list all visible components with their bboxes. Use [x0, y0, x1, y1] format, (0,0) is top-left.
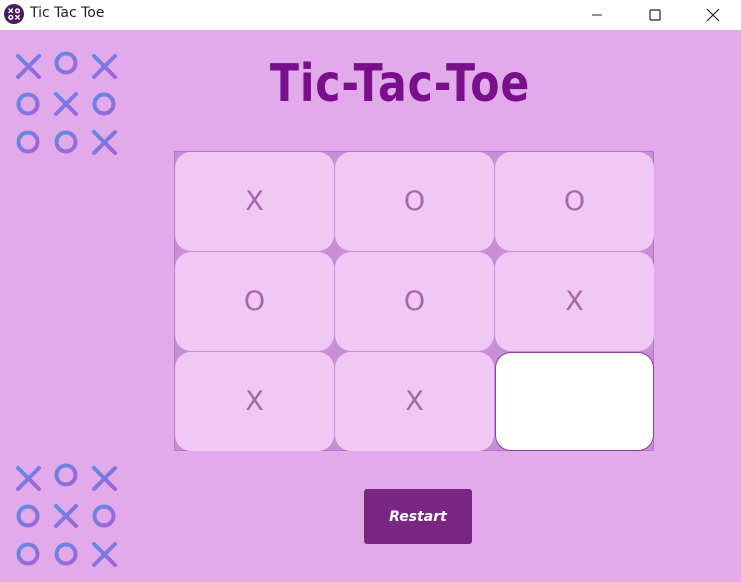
window-titlebar: Tic Tac Toe: [0, 0, 741, 30]
restart-button[interactable]: Restart: [364, 489, 472, 544]
board-cell[interactable]: O: [175, 252, 334, 351]
app-icon: [4, 4, 24, 24]
close-icon: [706, 8, 720, 22]
board-cell[interactable]: X: [175, 152, 334, 251]
maximize-button[interactable]: [626, 0, 684, 30]
board-cell[interactable]: X: [335, 352, 494, 451]
game-title: Tic-Tac-Toe: [269, 54, 531, 114]
board-cell[interactable]: O: [335, 252, 494, 351]
window-title: Tic Tac Toe: [30, 5, 105, 21]
game-area: Tic-Tac-Toe X O O O O X X X Restart: [0, 30, 741, 582]
board-cell[interactable]: X: [495, 252, 654, 351]
minimize-icon: [592, 14, 602, 16]
board-cell[interactable]: O: [495, 152, 654, 251]
board-cell[interactable]: X: [175, 352, 334, 451]
maximize-icon: [649, 9, 661, 21]
close-button[interactable]: [684, 0, 741, 30]
board-cell[interactable]: O: [335, 152, 494, 251]
game-board: X O O O O X X X: [174, 151, 654, 451]
minimize-button[interactable]: [568, 0, 626, 30]
tictactoe-logo-icon: [10, 460, 122, 572]
board-cell-empty[interactable]: [495, 352, 654, 451]
